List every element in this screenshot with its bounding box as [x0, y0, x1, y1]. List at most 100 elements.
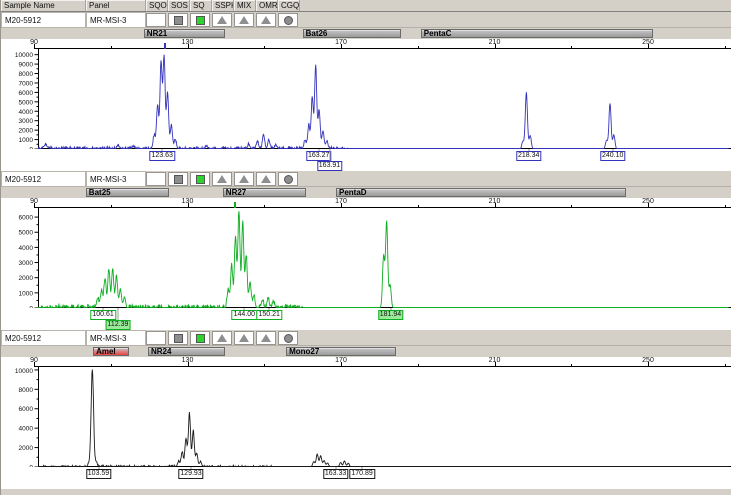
marker-bar-amel[interactable]: Amel — [93, 347, 129, 356]
flag-cell-sqo[interactable] — [146, 172, 166, 186]
header-cell-sample-name[interactable]: Sample Name — [1, 0, 86, 11]
marker-bar-bat26[interactable]: Bat26 — [303, 29, 401, 38]
ruler-number: 130 — [182, 39, 194, 46]
electropherogram-plot[interactable]: 0100020003000400050006000700080009000100… — [1, 49, 731, 149]
allele-label[interactable]: 144.00 — [232, 310, 257, 320]
allele-label[interactable]: 163.91 — [317, 161, 342, 171]
sample-name-cell[interactable]: M20-5912 — [1, 12, 86, 28]
y-axis-label: 6000 — [19, 215, 34, 222]
flag-cell-mix[interactable] — [234, 13, 254, 27]
marker-bar-nr27[interactable]: NR27 — [223, 188, 306, 197]
y-axis-label: 6000 — [19, 406, 34, 413]
header-cell-sos[interactable]: SOS — [168, 0, 190, 11]
y-axis-label: 1000 — [19, 137, 34, 144]
ruler-number: 210 — [489, 39, 501, 46]
flag-cell-sqo[interactable] — [146, 331, 166, 345]
marker-bar-row: NR21 Bat26 PentaC — [1, 28, 731, 39]
allele-label[interactable]: 218.34 — [516, 151, 541, 161]
marker-bar-row: Bat25 NR27 PentaD — [1, 187, 731, 198]
ruler-number: 90 — [30, 39, 38, 46]
flag-cell-sqo[interactable] — [146, 13, 166, 27]
allele-label[interactable]: 163.27 — [306, 151, 331, 161]
electropherogram-group-2: M20-5912 MR-MSI-3 Bat25 NR27 PentaD 90 130 1… — [1, 171, 731, 330]
flag-cell-sos[interactable] — [168, 331, 188, 345]
flag-square-icon — [196, 16, 205, 25]
marker-bar-nr21[interactable]: NR21 — [144, 29, 225, 38]
header-cell-mix[interactable]: MIX — [234, 0, 256, 11]
flag-square-icon — [174, 334, 183, 343]
allele-label-row: 100.61112.39 144.00150.21 181.94 — [1, 308, 731, 330]
header-cell-sq[interactable]: SQ — [190, 0, 212, 11]
flag-square-icon — [196, 334, 205, 343]
marker-bar-bat25[interactable]: Bat25 — [86, 188, 169, 197]
allele-leader-line — [329, 149, 330, 161]
ruler-number: 90 — [30, 198, 38, 205]
flag-triangle-icon — [261, 334, 271, 342]
electropherogram-plot[interactable]: 0100020003000400050006000 — [1, 208, 731, 308]
header-cell-panel[interactable]: Panel — [86, 0, 146, 11]
trace-line — [38, 55, 729, 149]
allele-label[interactable]: 170.89 — [349, 469, 374, 479]
ruler-number: 170 — [335, 357, 347, 364]
allele-label[interactable]: 150.21 — [256, 310, 281, 320]
flag-cell-cgq[interactable] — [278, 331, 298, 345]
allele-label[interactable]: 123.63 — [149, 151, 174, 161]
flag-cell-sos[interactable] — [168, 172, 188, 186]
allele-label[interactable]: 103.59 — [86, 469, 111, 479]
flag-triangle-icon — [239, 334, 249, 342]
flag-cell-mix[interactable] — [234, 331, 254, 345]
header-cell-sqo[interactable]: SQO — [146, 0, 168, 11]
flag-cell-sspk[interactable] — [212, 172, 232, 186]
sample-name-cell[interactable]: M20-5912 — [1, 171, 86, 187]
ruler-number: 250 — [642, 198, 654, 205]
panel-name-cell[interactable]: MR-MSI-3 — [86, 330, 146, 346]
sample-row[interactable]: M20-5912 MR-MSI-3 — [1, 171, 731, 187]
sample-row[interactable]: M20-5912 MR-MSI-3 — [1, 12, 731, 28]
y-axis-label: 10000 — [15, 368, 33, 375]
ruler-number: 130 — [182, 198, 194, 205]
flag-cell-omr[interactable] — [256, 13, 276, 27]
allele-label[interactable]: 240.10 — [600, 151, 625, 161]
flag-circle-icon — [284, 334, 293, 343]
flag-triangle-icon — [217, 16, 227, 24]
flag-cell-sos[interactable] — [168, 13, 188, 27]
allele-label[interactable]: 163.33 — [323, 469, 348, 479]
flag-cell-sq[interactable] — [190, 331, 210, 345]
marker-bar-pentad[interactable]: PentaD — [336, 188, 626, 197]
y-axis-label: 3000 — [19, 260, 34, 267]
size-ruler: 90130170210250 — [1, 39, 731, 49]
flag-cell-sspk[interactable] — [212, 331, 232, 345]
ruler-number: 250 — [642, 39, 654, 46]
y-axis-label: 9000 — [19, 62, 34, 69]
electropherogram-group-1: M20-5912 MR-MSI-3 NR21 Bat26 PentaC 90 130 1… — [1, 12, 731, 171]
panel-name-cell[interactable]: MR-MSI-3 — [86, 171, 146, 187]
header-cell-omr[interactable]: OMR — [256, 0, 278, 11]
allele-label[interactable]: 100.61 — [90, 310, 115, 320]
header-cell-sspk[interactable]: SSPK — [212, 0, 234, 11]
y-axis-label: 4000 — [19, 426, 34, 433]
flag-cell-omr[interactable] — [256, 331, 276, 345]
flag-triangle-icon — [239, 16, 249, 24]
allele-label[interactable]: 129.93 — [178, 469, 203, 479]
flag-circle-icon — [284, 175, 293, 184]
sample-name-cell[interactable]: M20-5912 — [1, 330, 86, 346]
flag-cell-sq[interactable] — [190, 172, 210, 186]
header-cell-cgq[interactable]: CGQ — [278, 0, 300, 11]
flag-cell-sspk[interactable] — [212, 13, 232, 27]
allele-label[interactable]: 181.94 — [378, 310, 403, 320]
flag-triangle-icon — [217, 334, 227, 342]
flag-cell-mix[interactable] — [234, 172, 254, 186]
allele-label[interactable]: 112.39 — [106, 320, 131, 330]
flag-cell-cgq[interactable] — [278, 13, 298, 27]
marker-bar-nr24[interactable]: NR24 — [148, 347, 225, 356]
sample-row[interactable]: M20-5912 MR-MSI-3 — [1, 330, 731, 346]
flag-cell-omr[interactable] — [256, 172, 276, 186]
panel-name-cell[interactable]: MR-MSI-3 — [86, 12, 146, 28]
flag-cell-cgq[interactable] — [278, 172, 298, 186]
marker-bar-mono27[interactable]: Mono27 — [286, 347, 396, 356]
y-axis-label: 4000 — [19, 109, 34, 116]
trace-line — [38, 370, 729, 467]
marker-bar-pentac[interactable]: PentaC — [421, 29, 653, 38]
electropherogram-plot[interactable]: 0200040006000800010000 — [1, 367, 731, 467]
flag-cell-sq[interactable] — [190, 13, 210, 27]
